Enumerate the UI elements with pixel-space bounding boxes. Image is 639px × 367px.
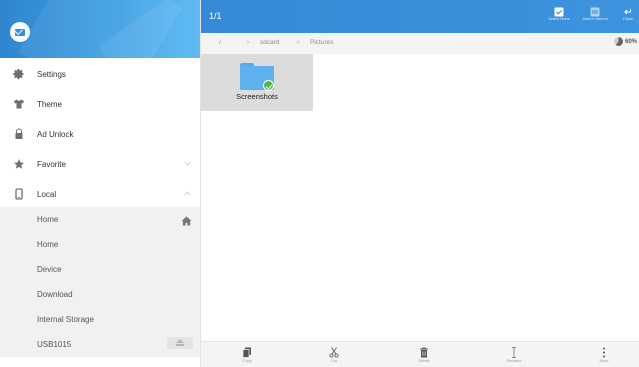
file-tile[interactable]: Screenshots (201, 54, 313, 111)
more-label: More (599, 358, 609, 363)
phone-icon (13, 188, 25, 200)
delete-label: Delete (418, 358, 430, 363)
menu-item-favorite[interactable]: Favorite (0, 149, 200, 179)
shirt-icon (13, 98, 25, 110)
local-item-label: Home (37, 215, 59, 224)
home-icon[interactable] (181, 213, 192, 226)
storage-percent: 60% (625, 38, 638, 45)
local-item-home-2[interactable]: Home (0, 232, 200, 257)
storage-usage[interactable]: 60% (614, 37, 637, 46)
breadcrumb: / > sdcard > Pictures 60% (201, 33, 639, 54)
file-grid: Screenshots (201, 54, 639, 341)
menu-item-label: Favorite (37, 159, 66, 169)
local-item-label: USB1015 (37, 340, 72, 349)
more-vertical-icon (599, 345, 609, 358)
rename-button[interactable]: Rename (494, 345, 534, 363)
star-icon (13, 158, 25, 170)
delete-button[interactable]: Delete (404, 345, 444, 363)
gear-icon (13, 68, 25, 80)
select-interval-label: Select Interval (582, 16, 608, 21)
selection-counter: 1/1 (209, 11, 222, 21)
local-item-label: Home (37, 240, 59, 249)
local-item-label: Internal Storage (37, 315, 94, 324)
breadcrumb-pictures[interactable]: Pictures (310, 39, 333, 46)
copy-label: Copy (242, 358, 252, 363)
file-name: Screenshots (236, 92, 278, 101)
cut-button[interactable]: Cut (314, 345, 354, 363)
scissors-icon (329, 345, 339, 358)
select-interval-icon (590, 4, 600, 17)
return-icon (623, 4, 633, 15)
local-item-usb[interactable]: USB1015 (0, 332, 200, 357)
account-avatar-icon[interactable] (10, 22, 30, 42)
breadcrumb-separator: > (246, 39, 250, 46)
selected-check-icon (263, 80, 274, 91)
eject-icon[interactable] (167, 337, 193, 349)
local-item-download[interactable]: Download (0, 282, 200, 307)
close-label: Close (622, 16, 634, 21)
trash-icon (419, 345, 429, 358)
local-item-home[interactable]: Home (0, 207, 200, 232)
cut-label: Cut (330, 358, 338, 363)
navigation-drawer: Settings Theme Ad Unlock Favorite Local … (0, 0, 201, 367)
select-interval-button[interactable]: Select Interval (578, 4, 612, 30)
chevron-down-icon[interactable] (184, 161, 191, 168)
select-none-label: Select None (548, 16, 570, 21)
local-item-device[interactable]: Device (0, 257, 200, 282)
folder-icon (240, 63, 274, 91)
breadcrumb-separator: > (296, 39, 300, 46)
menu-item-label: Local (37, 189, 57, 199)
menu-item-settings[interactable]: Settings (0, 59, 200, 89)
menu-item-label: Theme (37, 99, 62, 109)
more-button[interactable]: More (584, 345, 624, 363)
rename-label: Rename (506, 358, 522, 363)
menu-item-label: Settings (37, 69, 66, 79)
menu-item-local[interactable]: Local (0, 179, 200, 209)
menu-item-label: Ad Unlock (37, 129, 74, 139)
breadcrumb-root[interactable]: / (219, 39, 221, 46)
select-none-button[interactable]: Select None (544, 4, 574, 30)
action-bar: Copy Cut Delete Rename More (201, 341, 639, 367)
copy-icon (242, 345, 252, 358)
drawer-header (0, 0, 200, 58)
checkbox-checked-icon (554, 4, 564, 17)
close-button[interactable]: Close (617, 4, 639, 30)
menu-item-theme[interactable]: Theme (0, 89, 200, 119)
copy-button[interactable]: Copy (227, 345, 267, 363)
lock-icon (13, 128, 25, 140)
chevron-up-icon[interactable] (184, 191, 191, 198)
selection-toolbar: 1/1 Select None Select Interval Close (201, 0, 639, 33)
text-cursor-icon (509, 345, 519, 358)
breadcrumb-sdcard[interactable]: sdcard (260, 39, 280, 46)
local-item-label: Download (37, 290, 73, 299)
menu-item-ad-unlock[interactable]: Ad Unlock (0, 119, 200, 149)
local-item-label: Device (37, 265, 62, 274)
storage-pie-icon (614, 37, 623, 46)
local-item-internal-storage[interactable]: Internal Storage (0, 307, 200, 332)
